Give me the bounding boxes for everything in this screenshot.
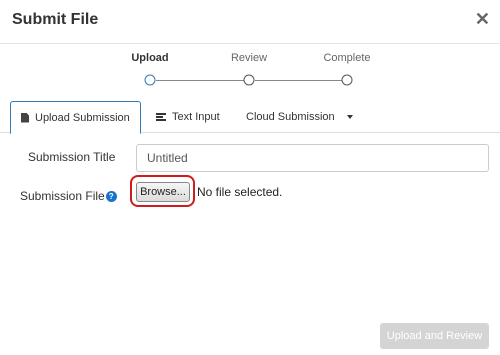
close-icon[interactable]: ✕ — [475, 9, 490, 29]
tab-upload-submission[interactable]: Upload Submission — [10, 101, 141, 134]
submission-title-input[interactable] — [136, 144, 489, 172]
tab-label: Upload Submission — [35, 111, 130, 124]
submission-file-label-group: Submission File? — [20, 189, 117, 203]
submission-tabs: Upload Submission Text Input Cloud Submi… — [0, 101, 500, 134]
tab-cloud-submission[interactable]: Cloud Submission — [236, 101, 363, 133]
step-review-label: Review — [230, 52, 268, 64]
file-icon — [21, 112, 29, 123]
tab-label: Text Input — [172, 111, 220, 123]
step-connector — [156, 80, 244, 81]
step-complete-label: Complete — [323, 52, 371, 64]
step-complete-dot — [341, 74, 353, 86]
step-review-dot — [243, 74, 255, 86]
tab-text-input[interactable]: Text Input — [146, 101, 230, 133]
modal-title: Submit File — [12, 11, 99, 28]
submission-file-label: Submission File — [20, 189, 105, 203]
tab-label: Cloud Submission — [246, 111, 335, 123]
help-icon[interactable]: ? — [105, 191, 117, 203]
upload-and-review-button[interactable]: Upload and Review — [380, 323, 489, 349]
step-upload-label: Upload — [131, 52, 169, 64]
caret-down-icon — [346, 115, 353, 119]
submission-title-label: Submission Title — [28, 150, 116, 164]
browse-button[interactable]: Browse... — [136, 182, 190, 202]
step-upload-dot — [144, 74, 156, 86]
text-lines-icon — [156, 113, 166, 121]
modal-header: Submit File ✕ — [0, 0, 500, 44]
step-connector — [255, 80, 342, 81]
file-status-text: No file selected. — [197, 185, 283, 199]
